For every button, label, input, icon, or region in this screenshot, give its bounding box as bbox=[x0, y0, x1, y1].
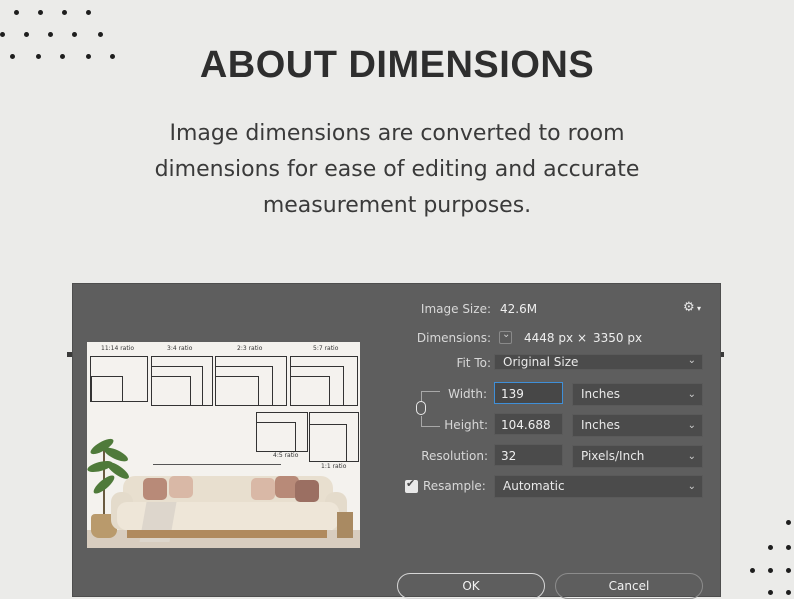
chevron-down-icon: ⌄ bbox=[502, 329, 511, 340]
sofa-pillow bbox=[295, 480, 319, 502]
resolution-unit-value: Pixels/Inch bbox=[581, 449, 645, 463]
frame-3x4-c bbox=[151, 376, 191, 406]
frame-11x14-inner bbox=[91, 376, 123, 402]
dimensions-units-toggle[interactable]: ⌄ bbox=[499, 329, 512, 344]
page-subtitle: Image dimensions are converted to room d… bbox=[140, 116, 654, 224]
image-size-dialog: 11:14 ratio 3:4 ratio 2:3 ratio 5:7 rati… bbox=[73, 284, 720, 599]
height-label: Height: bbox=[444, 418, 488, 432]
fit-to-select[interactable]: Original Size ⌄ bbox=[494, 354, 703, 370]
settings-menu-indicator: ▾ bbox=[697, 304, 702, 313]
sofa-pillow bbox=[169, 476, 193, 498]
ratio-label-2x3: 2:3 ratio bbox=[237, 345, 263, 352]
dimensions-height-px: 3350 px bbox=[593, 331, 643, 345]
resolution-unit-select[interactable]: Pixels/Inch ⌄ bbox=[572, 445, 703, 468]
ratio-label-1x1: 1:1 ratio bbox=[321, 463, 347, 470]
ratio-label-11x14: 11:14 ratio bbox=[101, 345, 135, 352]
chevron-down-icon: ⌄ bbox=[687, 355, 696, 366]
ratio-label-3x4: 3:4 ratio bbox=[167, 345, 193, 352]
sofa-base bbox=[127, 530, 327, 538]
width-unit-select[interactable]: Inches ⌄ bbox=[572, 383, 703, 406]
frame-4x5-b bbox=[256, 422, 296, 452]
image-size-label: Image Size: bbox=[420, 302, 491, 316]
fit-to-label: Fit To: bbox=[456, 356, 491, 370]
frame-2x3-c bbox=[215, 376, 259, 406]
dimensions-width-px: 4448 px bbox=[524, 331, 574, 345]
frame-5x7-c bbox=[290, 376, 330, 406]
chevron-down-icon: ⌄ bbox=[687, 481, 696, 492]
sofa-pillow bbox=[143, 478, 167, 500]
image-preview: 11:14 ratio 3:4 ratio 2:3 ratio 5:7 rati… bbox=[87, 342, 360, 548]
chevron-down-icon: ⌄ bbox=[687, 420, 696, 431]
dimensions-times: × bbox=[577, 331, 588, 345]
width-input[interactable]: 139 bbox=[494, 382, 563, 404]
resample-select[interactable]: Automatic ⌄ bbox=[494, 475, 703, 498]
chain-link-icon[interactable] bbox=[416, 401, 426, 415]
height-unit-value: Inches bbox=[581, 418, 620, 432]
chevron-down-icon: ⌄ bbox=[687, 389, 696, 400]
frame-1x1-b bbox=[309, 424, 347, 462]
width-label: Width: bbox=[448, 387, 487, 401]
resolution-label: Resolution: bbox=[421, 449, 488, 463]
ratio-label-4x5: 4:5 ratio bbox=[273, 452, 299, 459]
dimensions-label: Dimensions: bbox=[416, 331, 491, 345]
checkmark-icon: ✔ bbox=[406, 477, 416, 490]
ratio-label-5x7: 5:7 ratio bbox=[313, 345, 339, 352]
subtitle-line-3: measurement purposes. bbox=[262, 193, 532, 218]
image-size-value: 42.6M bbox=[500, 302, 538, 316]
resample-label: Resample: bbox=[423, 479, 486, 493]
ok-button[interactable]: OK bbox=[397, 573, 545, 599]
resample-checkbox[interactable]: ✔ bbox=[405, 477, 418, 493]
side-table bbox=[337, 512, 353, 538]
sofa-width-measure-line bbox=[153, 464, 281, 465]
resample-value: Automatic bbox=[503, 479, 565, 493]
page-heading: ABOUT DIMENSIONS bbox=[199, 44, 595, 86]
width-unit-value: Inches bbox=[581, 387, 620, 401]
subtitle-line-1: Image dimensions are converted to room bbox=[169, 121, 625, 146]
chevron-down-icon: ⌄ bbox=[687, 451, 696, 462]
sofa-pillow bbox=[251, 478, 275, 500]
resolution-input[interactable]: 32 bbox=[494, 444, 563, 466]
height-unit-select[interactable]: Inches ⌄ bbox=[572, 414, 703, 437]
fit-to-value: Original Size bbox=[503, 355, 579, 369]
subtitle-line-2: dimensions for ease of editing and accur… bbox=[154, 157, 640, 182]
height-input[interactable]: 104.688 bbox=[494, 413, 563, 435]
cancel-button[interactable]: Cancel bbox=[555, 573, 703, 599]
gear-icon[interactable]: ⚙ bbox=[683, 300, 695, 315]
